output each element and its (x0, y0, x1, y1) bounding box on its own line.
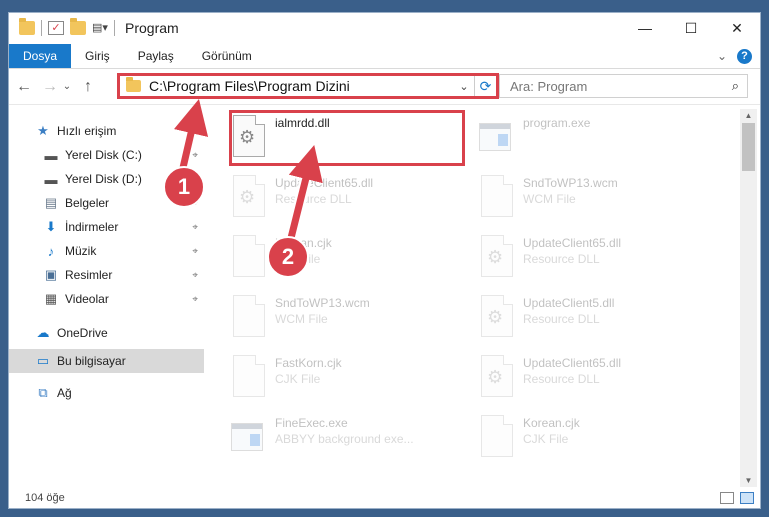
step-badge-2: 2 (267, 236, 309, 278)
arrow-2 (286, 145, 323, 243)
annotation-arrows (173, 98, 323, 248)
step-badge-1: 1 (163, 166, 205, 208)
